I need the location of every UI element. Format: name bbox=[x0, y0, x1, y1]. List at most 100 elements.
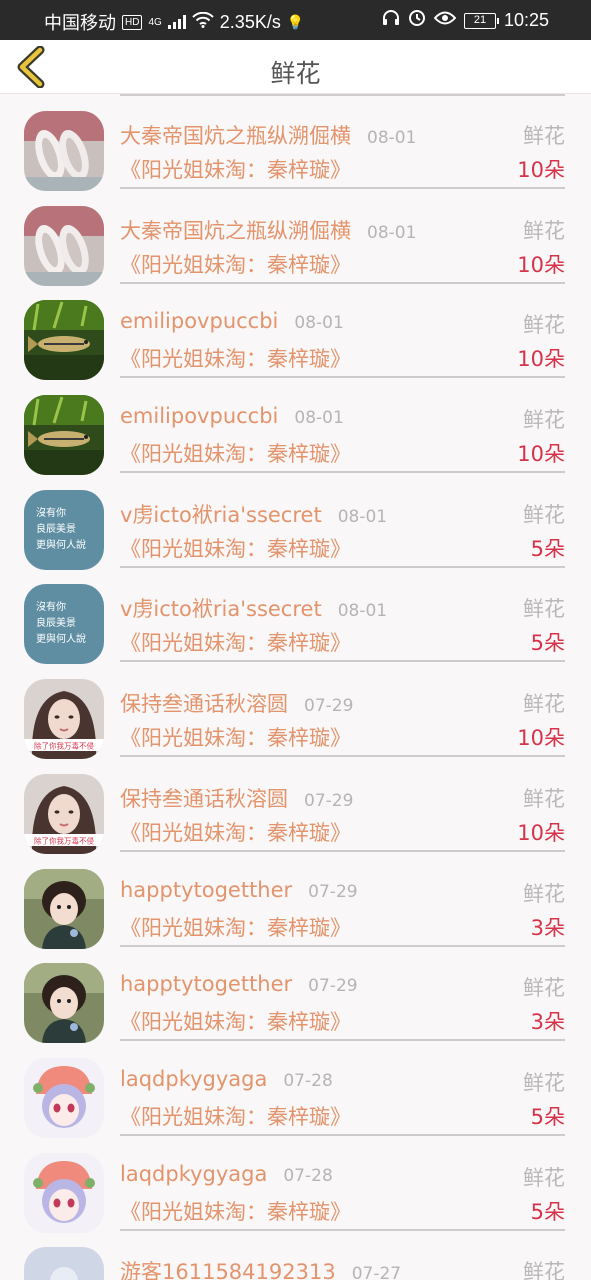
flower-record-list[interactable]: 大秦帝国炕之瓶纵溯倔横 08-01 鲜花 《阳光姐妹淘：秦梓璇》 10朵 大秦帝国炕之瓶纵… bbox=[0, 94, 591, 1280]
list-item[interactable]: 除了你我万毒不侵 保持叁通话秋溶圆 07-29 鲜花 《阳光姐妹淘：秦梓璇》 10朵 bbox=[0, 662, 591, 760]
page-title: 鲜花 bbox=[270, 59, 321, 88]
sender-name-text: emilipovpuccbi bbox=[120, 309, 279, 334]
sender-name: 大秦帝国炕之瓶纵溯倔横 08-01 bbox=[120, 215, 416, 245]
sender-name-text: 保持叁通话秋溶圆 bbox=[120, 786, 288, 811]
gift-type: 鲜花 bbox=[523, 408, 565, 433]
avatar[interactable] bbox=[24, 1247, 104, 1280]
bulb-icon: 💡 bbox=[286, 13, 305, 30]
avatar[interactable] bbox=[24, 868, 104, 949]
gift-type: 鲜花 bbox=[523, 597, 565, 622]
network-type: 4G bbox=[148, 16, 162, 28]
avatar[interactable]: 沒有你良辰美景更與何人說 bbox=[24, 489, 104, 570]
avatar[interactable]: 除了你我万毒不侵 bbox=[24, 679, 104, 760]
sender-name-text: emilipovpuccbi bbox=[120, 404, 279, 429]
send-date: 08-01 bbox=[294, 408, 344, 429]
svg-text:更與何人說: 更與何人說 bbox=[36, 538, 86, 551]
flower-count: 10朵 bbox=[517, 442, 565, 467]
sender-name: 保持叁通话秋溶圆 07-29 bbox=[120, 783, 353, 813]
flower-count: 10朵 bbox=[517, 158, 565, 182]
alarm-icon bbox=[408, 9, 426, 32]
target-book: 《阳光姐妹淘：秦梓璇》 bbox=[120, 915, 351, 940]
target-book: 《阳光姐妹淘：秦梓璇》 bbox=[120, 536, 351, 561]
app-header: 鲜花 bbox=[0, 40, 591, 94]
sender-name-text: laqdpkygyaga bbox=[120, 1066, 268, 1091]
avatar[interactable] bbox=[24, 111, 104, 191]
svg-text:沒有你: 沒有你 bbox=[36, 600, 66, 613]
sender-name: 保持叁通话秋溶圆 07-29 bbox=[120, 688, 353, 718]
list-item[interactable]: laqdpkygyaga 07-28 鲜花 《阳光姐妹淘：秦梓璇》 5朵 bbox=[0, 1136, 591, 1233]
send-date: 08-01 bbox=[337, 601, 388, 622]
gift-type: 鲜花 bbox=[523, 1165, 565, 1190]
flower-count: 3朵 bbox=[530, 915, 565, 940]
sender-name: 游客1611584192313 07-27 bbox=[120, 1256, 401, 1280]
target-book: 《阳光姐妹淘：秦梓璇》 bbox=[120, 631, 351, 656]
list-item[interactable]: emilipovpuccbi 08-01 鲜花 《阳光姐妹淘：秦梓璇》 10朵 bbox=[0, 378, 591, 476]
target-book: 《阳光姐妹淘：秦梓璇》 bbox=[120, 252, 351, 277]
sender-name: happtytogetther 07-29 bbox=[120, 878, 358, 902]
target-book: 《阳光姐妹淘：秦梓璇》 bbox=[120, 820, 351, 845]
list-item[interactable]: 除了你我万毒不侵 保持叁通话秋溶圆 07-29 鲜花《阳光姐妹淘：秦梓璇》 10朵 bbox=[0, 757, 591, 854]
svg-text:沒有你: 沒有你 bbox=[36, 506, 66, 519]
list-item[interactable]: 大秦帝国炕之瓶纵溯倔横 08-01 鲜花 《阳光姐妹淘：秦梓璇》 10朵 bbox=[0, 94, 591, 191]
gift-type: 鲜花 bbox=[523, 786, 565, 811]
target-book: 《阳光姐妹淘：秦梓璇》 bbox=[120, 1104, 351, 1129]
list-item[interactable]: happtytogetther 07-29 鲜花 《阳光姐妹淘：秦梓璇》 3朵 bbox=[0, 852, 591, 949]
sender-name-text: 保持叁通话秋溶圆 bbox=[120, 692, 288, 717]
target-book: 《阳光姐妹淘：秦梓璇》 bbox=[120, 726, 351, 751]
target-book: 《阳光姐妹淘：秦梓璇》 bbox=[120, 1199, 351, 1224]
avatar[interactable] bbox=[24, 1152, 104, 1233]
list-item[interactable]: happtytogetther 07-29 鲜花 《阳光姐妹淘：秦梓璇》 3朵 bbox=[0, 946, 591, 1044]
gift-type: 鲜花 bbox=[523, 1070, 565, 1095]
target-book: 《阳光姐妹淘：秦梓璇》 bbox=[120, 158, 351, 182]
list-item[interactable]: emilipovpuccbi 08-01 鲜花 《阳光姐妹淘：秦梓璇》 10朵 bbox=[0, 283, 591, 381]
flower-count: 10朵 bbox=[517, 252, 565, 277]
send-date: 08-01 bbox=[337, 506, 388, 527]
eye-icon bbox=[433, 10, 457, 31]
flower-count: 10朵 bbox=[517, 820, 565, 845]
sender-name: emilipovpuccbi 08-01 bbox=[120, 404, 344, 428]
sender-name-text: 大秦帝国炕之瓶纵溯倔横 bbox=[120, 124, 351, 148]
gift-type: 鲜花 bbox=[523, 502, 565, 527]
sender-name: 大秦帝国炕之瓶纵溯倔横 08-01 bbox=[120, 120, 416, 150]
sender-name: v虏icto袱ria'ssecret 08-01 bbox=[120, 499, 387, 529]
flower-count: 10朵 bbox=[517, 726, 565, 751]
avatar[interactable] bbox=[24, 300, 104, 381]
hd-badge: HD bbox=[122, 14, 143, 30]
sender-name-text: v虏icto袱ria'ssecret bbox=[120, 597, 322, 622]
network-speed: 2.35K/s bbox=[219, 11, 281, 32]
send-date: 07-29 bbox=[304, 790, 354, 811]
target-book: 《阳光姐妹淘：秦梓璇》 bbox=[120, 347, 351, 372]
send-date: 07-29 bbox=[308, 976, 358, 997]
send-date: 07-29 bbox=[308, 881, 358, 902]
carrier-label: 中国移动 bbox=[44, 13, 116, 33]
send-date: 07-28 bbox=[283, 1070, 333, 1091]
sender-name-text: happtytogetther bbox=[120, 877, 293, 902]
svg-text:更與何人說: 更與何人說 bbox=[36, 632, 86, 645]
avatar[interactable] bbox=[24, 205, 104, 286]
list-item[interactable]: 大秦帝国炕之瓶纵溯倔横 08-01 鲜花《阳光姐妹淘：秦梓璇》 10朵 bbox=[0, 189, 591, 286]
send-date: 08-01 bbox=[367, 222, 417, 243]
gift-type: 鲜花 bbox=[523, 1260, 565, 1280]
avatar[interactable] bbox=[24, 395, 104, 476]
send-date: 07-28 bbox=[283, 1165, 333, 1186]
list-item[interactable]: laqdpkygyaga 07-28 鲜花 《阳光姐妹淘：秦梓璇》 5朵 bbox=[0, 1041, 591, 1138]
sender-name: laqdpkygyaga 07-28 bbox=[120, 1162, 333, 1186]
sender-name-text: 大秦帝国炕之瓶纵溯倔横 bbox=[120, 218, 351, 243]
avatar[interactable] bbox=[24, 963, 104, 1044]
gift-type: 鲜花 bbox=[523, 218, 565, 243]
gift-type: 鲜花 bbox=[523, 976, 565, 1001]
sender-name-text: 游客1611584192313 bbox=[120, 1260, 336, 1280]
headset-icon bbox=[382, 10, 400, 31]
list-item[interactable]: 沒有你 良辰美景 更與何人說 v虏icto袱ria'ssecret 08-01 鲜花《阳光… bbox=[0, 567, 591, 665]
avatar[interactable] bbox=[24, 1057, 104, 1138]
avatar[interactable]: 沒有你 良辰美景 更與何人說 bbox=[24, 584, 104, 665]
send-date: 07-29 bbox=[304, 696, 354, 717]
list-item[interactable]: 沒有你良辰美景更與何人說 v虏icto袱ria'ssecret 08-01 鲜花《阳光… bbox=[0, 473, 591, 570]
sender-name: happtytogetther 07-29 bbox=[120, 972, 358, 996]
list-item[interactable]: 游客1611584192313 07-27 鲜花 bbox=[0, 1230, 591, 1280]
svg-text:良辰美景: 良辰美景 bbox=[36, 522, 76, 535]
clock-time: 10:25 bbox=[503, 10, 549, 30]
avatar[interactable]: 除了你我万毒不侵 bbox=[24, 773, 104, 854]
send-date: 07-27 bbox=[351, 1264, 402, 1280]
send-date: 08-01 bbox=[367, 128, 417, 148]
